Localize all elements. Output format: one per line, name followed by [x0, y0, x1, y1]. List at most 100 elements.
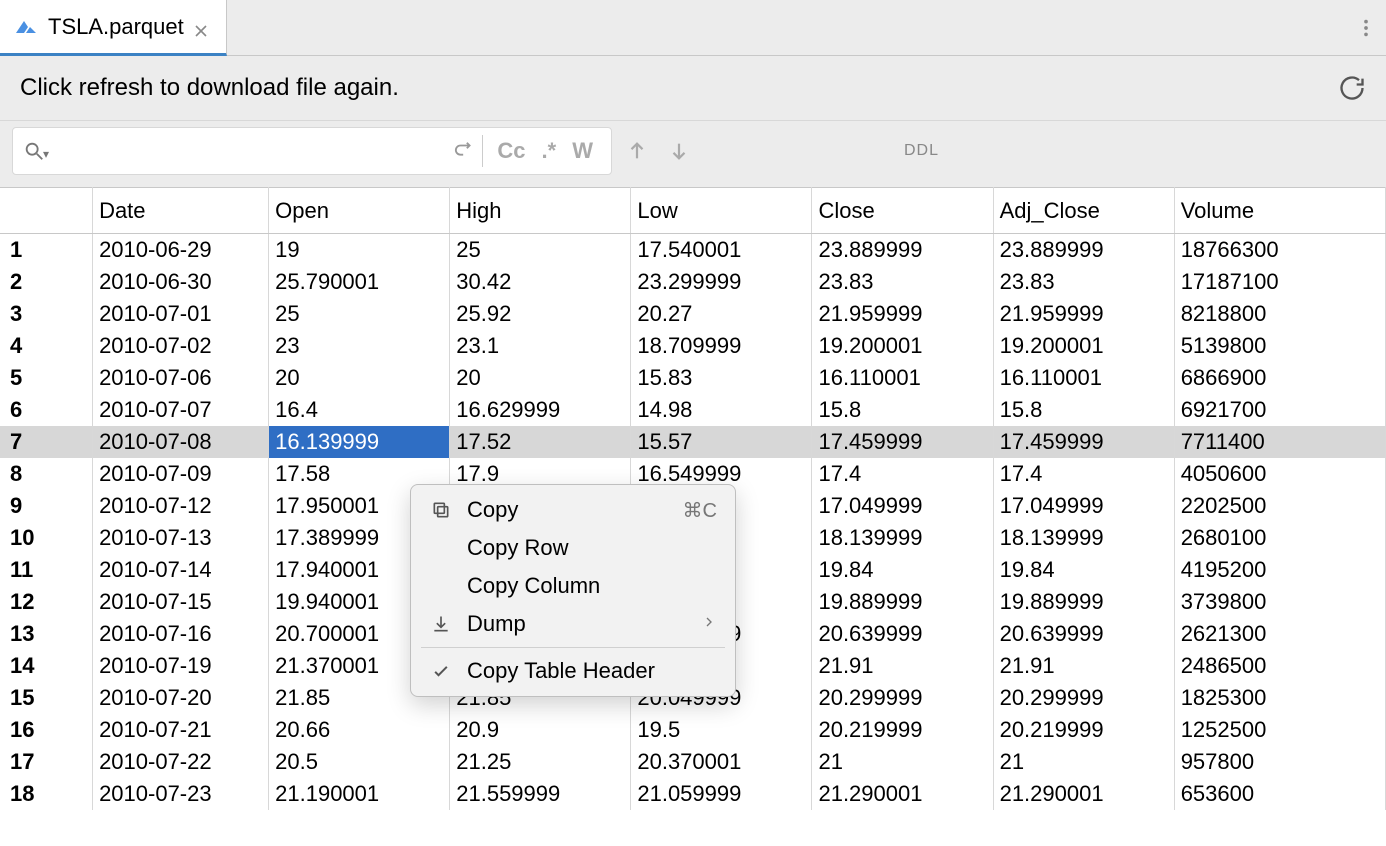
cell[interactable]: 20.219999	[993, 714, 1174, 746]
row-number[interactable]: 9	[0, 490, 93, 522]
menu-copy-row[interactable]: Copy Row	[411, 529, 735, 567]
cell[interactable]: 2010-07-09	[93, 458, 269, 490]
cell[interactable]: 2202500	[1174, 490, 1385, 522]
cell[interactable]: 20.66	[269, 714, 450, 746]
menu-copy-column[interactable]: Copy Column	[411, 567, 735, 605]
cell[interactable]: 17.540001	[631, 234, 812, 266]
column-header[interactable]: High	[450, 188, 631, 234]
cell[interactable]: 2010-07-01	[93, 298, 269, 330]
cell[interactable]: 21.959999	[993, 298, 1174, 330]
column-header[interactable]: Date	[93, 188, 269, 234]
cell[interactable]: 23	[269, 330, 450, 362]
cell[interactable]: 17.459999	[812, 426, 993, 458]
row-number[interactable]: 1	[0, 234, 93, 266]
cell[interactable]: 2010-06-29	[93, 234, 269, 266]
table-row[interactable]: 52010-07-06202015.8316.11000116.11000168…	[0, 362, 1386, 394]
cell[interactable]: 8218800	[1174, 298, 1385, 330]
cell[interactable]: 2010-07-12	[93, 490, 269, 522]
cell[interactable]: 23.299999	[631, 266, 812, 298]
table-row[interactable]: 42010-07-022323.118.70999919.20000119.20…	[0, 330, 1386, 362]
next-match-button[interactable]	[668, 140, 690, 162]
cell[interactable]: 19.889999	[993, 586, 1174, 618]
cell[interactable]: 30.42	[450, 266, 631, 298]
cell[interactable]: 20.219999	[812, 714, 993, 746]
menu-copy-table-header[interactable]: Copy Table Header	[411, 652, 735, 690]
file-tab[interactable]: TSLA.parquet	[0, 0, 227, 56]
match-case-button[interactable]: Cc	[489, 134, 533, 168]
cell[interactable]: 2010-07-06	[93, 362, 269, 394]
cell[interactable]: 19.889999	[812, 586, 993, 618]
cell[interactable]: 16.139999	[269, 426, 450, 458]
close-tab-icon[interactable]	[194, 20, 208, 34]
cell[interactable]: 19.200001	[812, 330, 993, 362]
cell[interactable]: 2010-07-16	[93, 618, 269, 650]
row-number[interactable]: 14	[0, 650, 93, 682]
cell[interactable]: 23.889999	[812, 234, 993, 266]
cell[interactable]: 20.5	[269, 746, 450, 778]
cell[interactable]: 21.959999	[812, 298, 993, 330]
cell[interactable]: 957800	[1174, 746, 1385, 778]
cell[interactable]: 20.299999	[993, 682, 1174, 714]
search-input[interactable]	[49, 140, 454, 163]
cell[interactable]: 20.27	[631, 298, 812, 330]
cell[interactable]: 19	[269, 234, 450, 266]
row-number[interactable]: 11	[0, 554, 93, 586]
cell[interactable]: 21.290001	[993, 778, 1174, 810]
cell[interactable]: 21.059999	[631, 778, 812, 810]
cell[interactable]: 25.92	[450, 298, 631, 330]
cell[interactable]: 2010-07-22	[93, 746, 269, 778]
column-header[interactable]: Close	[812, 188, 993, 234]
cell[interactable]: 2010-07-08	[93, 426, 269, 458]
row-number[interactable]: 4	[0, 330, 93, 362]
cell[interactable]: 2010-07-02	[93, 330, 269, 362]
cell[interactable]: 25	[269, 298, 450, 330]
cell[interactable]: 2010-07-13	[93, 522, 269, 554]
table-row[interactable]: 62010-07-0716.416.62999914.9815.815.8692…	[0, 394, 1386, 426]
cell[interactable]: 19.200001	[993, 330, 1174, 362]
row-number[interactable]: 10	[0, 522, 93, 554]
row-number[interactable]: 18	[0, 778, 93, 810]
cell[interactable]: 653600	[1174, 778, 1385, 810]
table-row[interactable]: 22010-06-3025.79000130.4223.29999923.832…	[0, 266, 1386, 298]
cell[interactable]: 20.370001	[631, 746, 812, 778]
cell[interactable]: 17.049999	[812, 490, 993, 522]
cell[interactable]: 17.459999	[993, 426, 1174, 458]
table-row[interactable]: 162010-07-2120.6620.919.520.21999920.219…	[0, 714, 1386, 746]
cell[interactable]: 5139800	[1174, 330, 1385, 362]
column-header[interactable]: Low	[631, 188, 812, 234]
ddl-button[interactable]: DDL	[904, 142, 939, 160]
cell[interactable]: 3739800	[1174, 586, 1385, 618]
cell[interactable]: 1252500	[1174, 714, 1385, 746]
cell[interactable]: 2010-07-15	[93, 586, 269, 618]
row-number[interactable]: 5	[0, 362, 93, 394]
cell[interactable]: 21.290001	[812, 778, 993, 810]
cell[interactable]: 18.139999	[812, 522, 993, 554]
cell[interactable]: 6921700	[1174, 394, 1385, 426]
cell[interactable]: 2486500	[1174, 650, 1385, 682]
cell[interactable]: 20	[269, 362, 450, 394]
cell[interactable]: 4050600	[1174, 458, 1385, 490]
cell[interactable]: 21.91	[812, 650, 993, 682]
cell[interactable]: 16.110001	[993, 362, 1174, 394]
cell[interactable]: 7711400	[1174, 426, 1385, 458]
cell[interactable]: 17.4	[993, 458, 1174, 490]
cell[interactable]: 15.83	[631, 362, 812, 394]
cell[interactable]: 18.139999	[993, 522, 1174, 554]
table-row[interactable]: 182010-07-2321.19000121.55999921.0599992…	[0, 778, 1386, 810]
cell[interactable]: 2010-07-19	[93, 650, 269, 682]
cell[interactable]: 17.049999	[993, 490, 1174, 522]
refresh-button[interactable]	[1338, 74, 1366, 102]
cell[interactable]: 15.8	[993, 394, 1174, 426]
cell[interactable]: 2010-07-20	[93, 682, 269, 714]
cell[interactable]: 18.709999	[631, 330, 812, 362]
cell[interactable]: 23.83	[993, 266, 1174, 298]
cell[interactable]: 16.110001	[812, 362, 993, 394]
cell[interactable]: 16.629999	[450, 394, 631, 426]
cell[interactable]: 19.84	[993, 554, 1174, 586]
cell[interactable]: 2010-07-07	[93, 394, 269, 426]
cell[interactable]: 2680100	[1174, 522, 1385, 554]
cell[interactable]: 2010-07-14	[93, 554, 269, 586]
cell[interactable]: 14.98	[631, 394, 812, 426]
table-row[interactable]: 12010-06-29192517.54000123.88999923.8899…	[0, 234, 1386, 266]
cell[interactable]: 18766300	[1174, 234, 1385, 266]
